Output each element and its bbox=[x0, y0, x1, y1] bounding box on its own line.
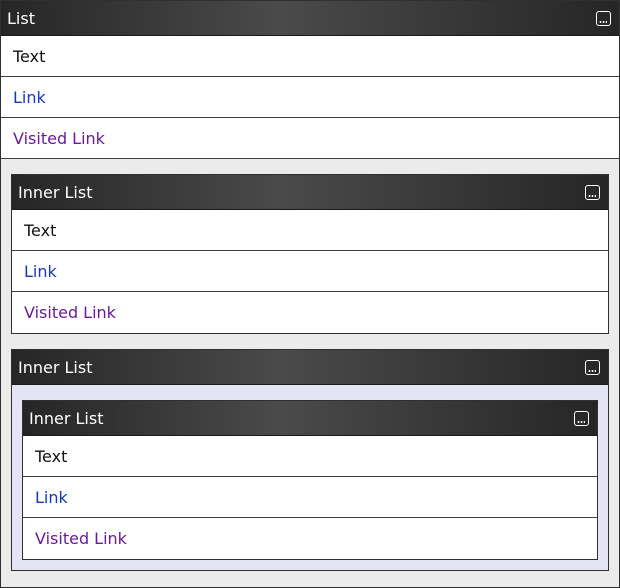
nested-inner-list-header: Inner List bbox=[23, 401, 597, 436]
inner-list-1: Inner List Text Link Visited Link bbox=[11, 174, 609, 334]
inner-list-1-title: Inner List bbox=[18, 182, 93, 202]
list-item-link[interactable]: Link bbox=[12, 251, 608, 292]
inner-list-2-title: Inner List bbox=[18, 357, 93, 377]
list-item-text: Text bbox=[23, 436, 597, 477]
inner-list-1-body: Text Link Visited Link bbox=[12, 210, 608, 333]
list-item-text: Text bbox=[12, 210, 608, 251]
outer-list-title: List bbox=[7, 8, 35, 28]
list-item-visited-link[interactable]: Visited Link bbox=[12, 292, 608, 333]
list-item-visited-link[interactable]: Visited Link bbox=[1, 118, 619, 159]
ellipsis-menu-icon[interactable] bbox=[585, 359, 600, 375]
outer-list-body: Text Link Visited Link bbox=[1, 36, 619, 159]
list-item-link[interactable]: Link bbox=[23, 477, 597, 518]
outer-list-content: Inner List Text Link Visited Link Inner … bbox=[1, 159, 619, 571]
list-item-text: Text bbox=[1, 36, 619, 77]
inner-list-2-header: Inner List bbox=[12, 350, 608, 385]
nested-inner-list: Inner List Text Link Visited Link bbox=[22, 400, 598, 560]
nested-inner-list-title: Inner List bbox=[29, 408, 104, 428]
ellipsis-menu-icon[interactable] bbox=[585, 184, 600, 200]
outer-list: List Text Link Visited Link Inner List T… bbox=[0, 0, 620, 588]
ellipsis-menu-icon[interactable] bbox=[596, 10, 611, 26]
inner-list-2-content: Inner List Text Link Visited Link bbox=[12, 385, 608, 570]
list-item-link[interactable]: Link bbox=[1, 77, 619, 118]
outer-list-header: List bbox=[1, 1, 619, 36]
nested-inner-list-body: Text Link Visited Link bbox=[23, 436, 597, 559]
list-item-visited-link[interactable]: Visited Link bbox=[23, 518, 597, 559]
inner-list-2: Inner List Inner List Text Link Visited … bbox=[11, 349, 609, 571]
inner-list-1-header: Inner List bbox=[12, 175, 608, 210]
ellipsis-menu-icon[interactable] bbox=[574, 410, 589, 426]
